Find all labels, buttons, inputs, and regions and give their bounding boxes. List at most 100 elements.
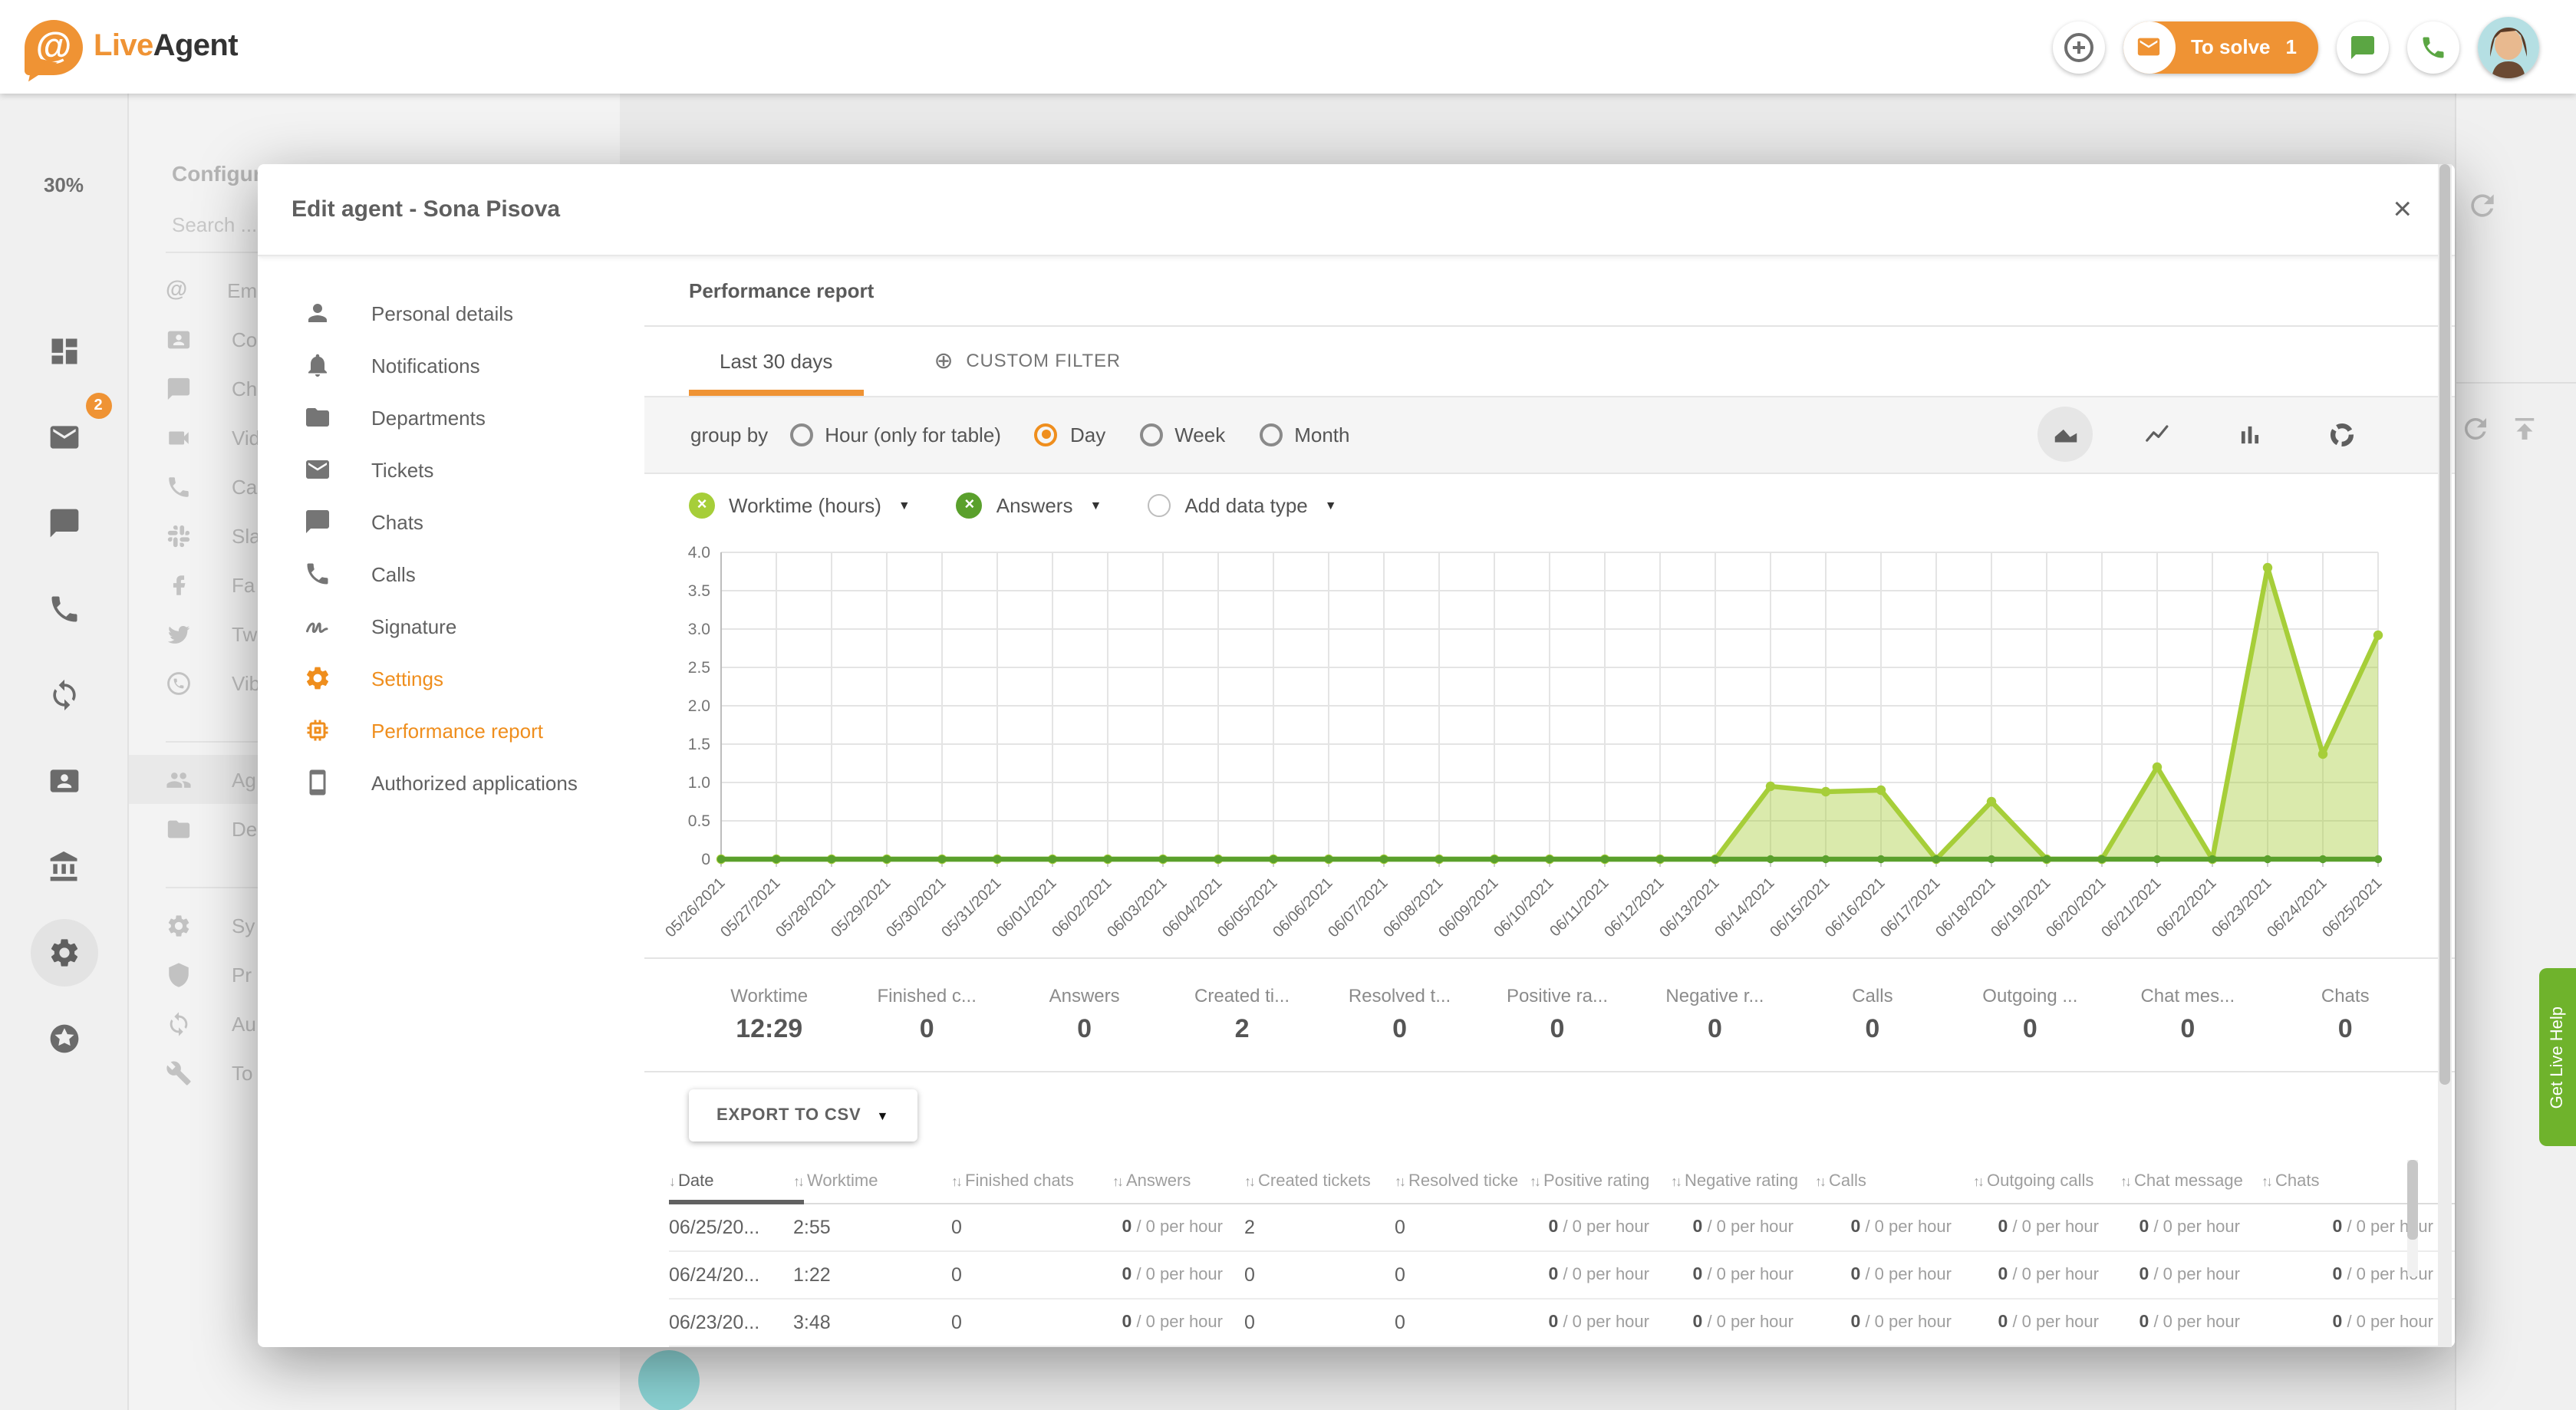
sidebar-customers-button[interactable] [30,747,97,815]
column-header-answers[interactable]: ↑↓Answers [1112,1172,1244,1191]
liveagent-logo[interactable]: @ LiveAgent [25,19,238,74]
stat-value: 0 [2180,1013,2195,1044]
chart-type-area-chart-button[interactable] [2037,407,2093,463]
sidebar-starred-button[interactable] [30,1005,97,1072]
chevron-down-icon[interactable]: ▼ [1089,499,1102,512]
table-cell: 0 / 0 per hour [1112,1218,1244,1237]
column-header-worktime[interactable]: ↑↓Worktime [793,1172,951,1191]
sidebar-calls-button[interactable] [30,575,97,643]
modal-scrollbar[interactable] [2438,164,2452,1347]
series-chip-add-data-type[interactable]: Add data type▼ [1148,494,1336,517]
column-header-date[interactable]: ↓Date [669,1172,793,1191]
refresh-icon[interactable] [2459,413,2492,445]
column-label: Created tickets [1258,1172,1371,1191]
add-series-radio-icon[interactable] [1148,494,1171,517]
usage-percent: 30% [0,173,127,196]
agent-menu-calls[interactable]: Calls [258,548,644,600]
radio-icon[interactable] [1139,423,1162,446]
remove-series-icon[interactable]: × [689,493,715,519]
group-by-option-day[interactable]: Day [1035,423,1105,446]
chevron-down-icon[interactable]: ▼ [1325,499,1337,512]
column-header-outgoing-calls[interactable]: ↑↓Outgoing calls [1973,1172,2120,1191]
radio-icon[interactable] [1259,423,1282,446]
column-label: Chat message [2134,1172,2243,1191]
table-cell: 0 / 0 per hour [2261,1313,2455,1332]
stat-label: Answers [1049,984,1120,1006]
sidebar-dashboard-button[interactable] [30,318,97,385]
get-live-help-ribbon[interactable]: Get Live Help [2539,968,2576,1146]
sidebar-tickets-button[interactable]: 2 [30,404,97,471]
chevron-down-icon[interactable]: ▼ [898,499,911,512]
column-header-resolved-ticke[interactable]: ↑↓Resolved ticke [1395,1172,1530,1191]
chart-type-line-chart-button[interactable] [2130,407,2185,463]
radio-icon[interactable] [789,423,812,446]
agent-menu-personal-details[interactable]: Personal details [258,287,644,339]
calls-header-button[interactable] [2407,21,2459,73]
agent-menu-authorized-applications[interactable]: Authorized applications [258,756,644,809]
plus-circle-icon: ⊕ [934,348,954,375]
column-label: Resolved ticke [1408,1172,1518,1191]
group-by-option-month[interactable]: Month [1259,423,1349,446]
agent-menu-tickets[interactable]: Tickets [258,443,644,496]
agent-menu-notifications[interactable]: Notifications [258,339,644,391]
tab-custom-filter[interactable]: ⊕CUSTOM FILTER [903,327,1151,396]
column-header-negative-rating[interactable]: ↑↓Negative rating [1671,1172,1815,1191]
series-chip-worktime-hours-[interactable]: ×Worktime (hours)▼ [689,493,911,519]
column-header-chats[interactable]: ↑↓Chats [2261,1172,2455,1191]
group-by-option-hour[interactable]: Hour (only for table) [789,423,1001,446]
stat-calls: Calls0 [1794,959,1951,1070]
chart-type-bar-chart-button[interactable] [2222,407,2277,463]
user-avatar[interactable] [2478,16,2539,77]
to-solve-button[interactable]: To solve 1 [2123,21,2318,73]
signature-icon [304,612,331,640]
agent-menu-chats[interactable]: Chats [258,496,644,548]
column-header-chat-message[interactable]: ↑↓Chat message [2120,1172,2261,1191]
sidebar-settings-button[interactable] [30,919,97,987]
close-icon[interactable]: × [2383,187,2421,232]
scrollbar-thumb[interactable] [2439,164,2450,1085]
svg-text:06/25/2021: 06/25/2021 [2319,875,2385,941]
video-icon [166,424,192,450]
column-header-calls[interactable]: ↑↓Calls [1815,1172,1973,1191]
group-by-option-week[interactable]: Week [1139,423,1225,446]
table-row[interactable]: 06/24/20...1:2200 / 0 per hour000 / 0 pe… [669,1252,2455,1300]
refresh-icon[interactable] [2466,189,2499,222]
sidebar-automation-button[interactable] [30,661,97,729]
table-row[interactable]: 06/23/20...3:4800 / 0 per hour000 / 0 pe… [669,1300,2455,1347]
column-label: Chats [2275,1172,2320,1191]
remove-series-icon[interactable]: × [957,493,983,519]
table-cell: 1:22 [793,1264,951,1286]
scrollbar-thumb[interactable] [2407,1160,2418,1240]
column-header-finished-chats[interactable]: ↑↓Finished chats [951,1172,1112,1191]
agent-menu-departments[interactable]: Departments [258,391,644,443]
table-scrollbar[interactable] [2407,1160,2418,1277]
table-row[interactable]: 06/25/20...2:5500 / 0 per hour200 / 0 pe… [669,1204,2455,1252]
item-label: Ca [232,475,257,498]
column-header-positive-rating[interactable]: ↑↓Positive rating [1530,1172,1671,1191]
upload-icon[interactable] [2508,413,2541,445]
table-cell: 3:48 [793,1312,951,1333]
svg-text:06/07/2021: 06/07/2021 [1325,875,1391,941]
sidebar-academy-button[interactable] [30,833,97,901]
table-cell: 0 [1244,1264,1395,1286]
item-label: To [232,1061,252,1084]
add-button[interactable] [2053,21,2105,73]
stat-resolved-t-: Resolved t...0 [1321,959,1478,1070]
agent-menu-settings[interactable]: Settings [258,652,644,704]
menu-item-label: Departments [371,406,486,429]
agent-menu-performance-report[interactable]: Performance report [258,704,644,756]
menu-item-label: Chats [371,510,423,533]
header-actions: To solve 1 [2053,16,2539,77]
svg-text:2.5: 2.5 [688,659,710,677]
series-chip-answers[interactable]: ×Answers▼ [957,493,1102,519]
item-label: Em [227,278,257,301]
agent-menu-signature[interactable]: Signature [258,600,644,652]
chats-header-button[interactable] [2337,21,2389,73]
contact-card-icon [47,764,81,798]
tab-last-30-days[interactable]: Last 30 days [689,327,863,396]
chart-type-donut-chart-button[interactable] [2314,407,2369,463]
column-header-created-tickets[interactable]: ↑↓Created tickets [1244,1172,1395,1191]
sidebar-chats-button[interactable] [30,489,97,557]
export-to-csv-button[interactable]: EXPORT TO CSV ▼ [689,1090,917,1142]
radio-selected-icon[interactable] [1035,423,1058,446]
